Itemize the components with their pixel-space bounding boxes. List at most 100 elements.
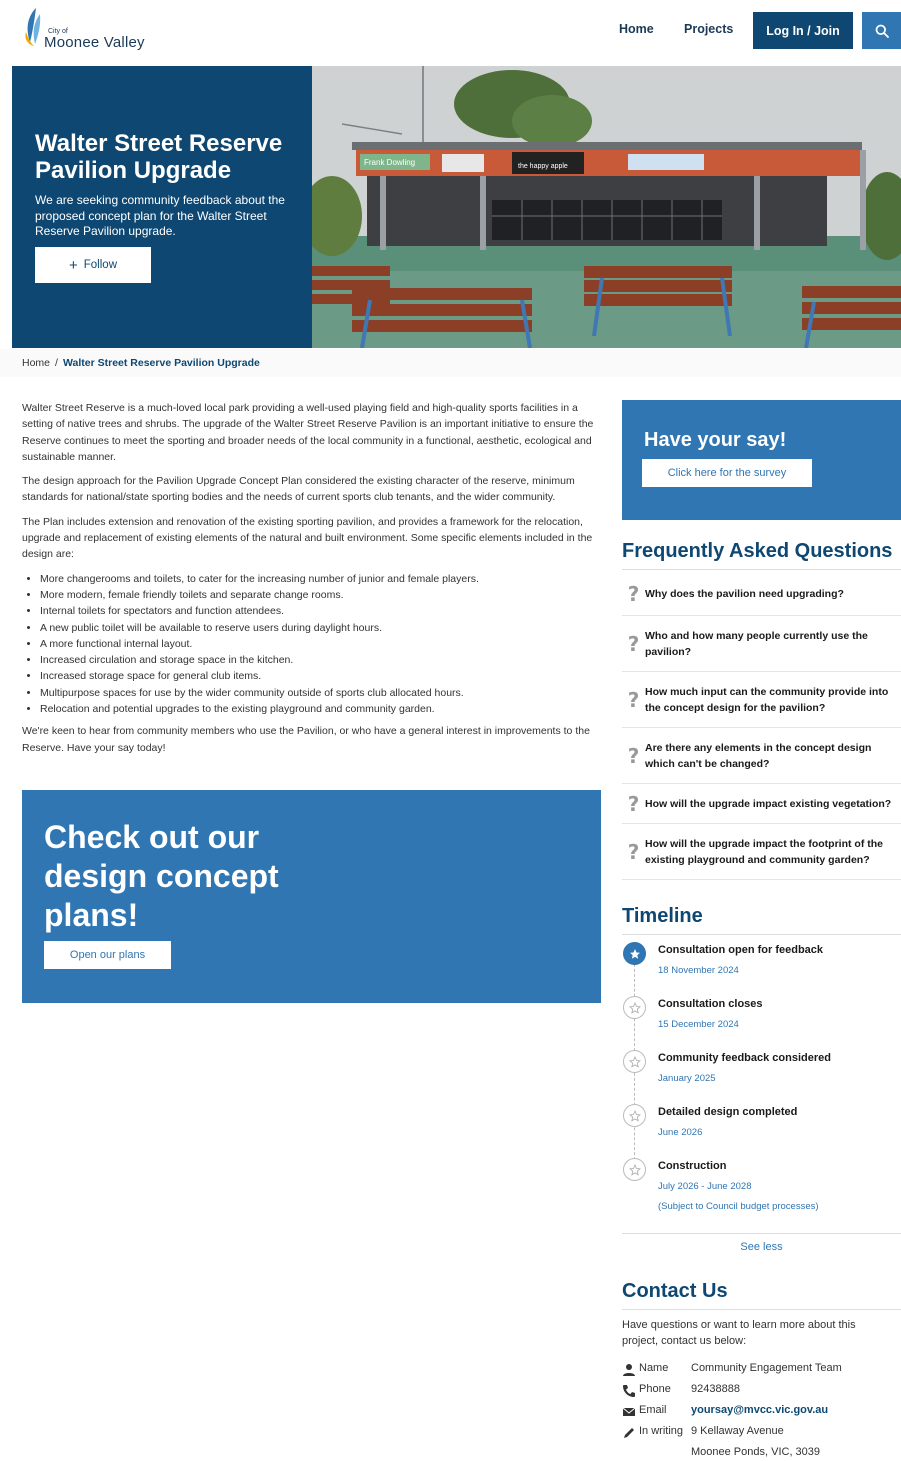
timeline-stage-name: Construction [658, 1160, 727, 1172]
question-icon: ? [627, 687, 640, 712]
list-item: A new public toilet will be available to… [40, 620, 602, 636]
faq-item[interactable]: ? Are there any elements in the concept … [622, 728, 901, 784]
star-outline-icon [623, 996, 646, 1019]
star-outline-icon [623, 1104, 646, 1127]
hero-photo-pavilion: Frank Dowling the happy apple [312, 66, 901, 348]
site-header: City of Moonee Valley Home Projects Log … [0, 0, 901, 62]
phone-icon [623, 1385, 635, 1397]
contact-name-value: Community Engagement Team [691, 1362, 842, 1374]
search-button[interactable] [862, 12, 901, 49]
nav-projects-link[interactable]: Projects [684, 22, 733, 36]
timeline-stage-date: June 2026 [658, 1127, 703, 1138]
contact-address-line1: 9 Kellaway Avenue [691, 1425, 784, 1437]
timeline-title: Timeline [622, 905, 703, 927]
timeline-stage-name: Community feedback considered [658, 1052, 831, 1064]
plan-paragraph: The Plan includes extension and renovati… [22, 515, 593, 561]
breadcrumb-home-link[interactable]: Home [22, 357, 50, 369]
survey-button[interactable]: Click here for the survey [642, 459, 812, 487]
faq-divider [622, 569, 901, 570]
see-less-link[interactable]: See less [622, 1233, 901, 1253]
contact-email-link[interactable]: yoursay@mvcc.vic.gov.au [691, 1404, 828, 1416]
contact-name-row: Name Community Engagement Team [622, 1362, 901, 1378]
list-item: Multipurpose spaces for use by the wider… [40, 685, 602, 701]
logo-swoosh-icon [25, 8, 41, 46]
have-your-say-panel: Have your say! Click here for the survey [622, 400, 901, 520]
breadcrumb-current: Walter Street Reserve Pavilion Upgrade [63, 357, 260, 369]
list-item: Increased storage space for general club… [40, 668, 602, 684]
faq-question: Why does the pavilion need upgrading? [645, 588, 844, 600]
faq-item[interactable]: ? How much input can the community provi… [622, 672, 901, 728]
timeline-stage-note: (Subject to Council budget processes) [658, 1201, 819, 1212]
design-approach-paragraph: The design approach for the Pavilion Upg… [22, 475, 575, 504]
page-title: Walter Street Reserve Pavilion Upgrade [35, 130, 283, 184]
question-icon: ? [627, 631, 640, 656]
faq-item[interactable]: ? How will the upgrade impact existing v… [622, 784, 901, 824]
plus-icon: + [69, 256, 78, 274]
concept-title: Check out our design concept plans! [44, 819, 279, 933]
star-outline-icon [623, 1158, 646, 1181]
list-item: Relocation and potential upgrades to the… [40, 701, 602, 717]
breadcrumb-separator: / [55, 357, 58, 369]
question-icon: ? [627, 791, 640, 816]
faq-item[interactable]: ? Why does the pavilion need upgrading? [622, 573, 901, 616]
intro-paragraph: Walter Street Reserve is a much-loved lo… [22, 402, 594, 463]
timeline-stage-date: 18 November 2024 [658, 965, 739, 976]
breadcrumb: Home / Walter Street Reserve Pavilion Up… [0, 349, 901, 377]
have-your-say-title: Have your say! [644, 429, 787, 451]
question-icon: ? [627, 839, 640, 864]
faq-question: How will the upgrade impact existing veg… [645, 797, 892, 810]
contact-address-row: Moonee Ponds, VIC, 3039 [622, 1446, 901, 1461]
closing-paragraph: We're keen to hear from community member… [22, 725, 590, 754]
faq-list: ? Why does the pavilion need upgrading? … [622, 573, 901, 880]
follow-label: Follow [83, 259, 117, 271]
sign-frank-dowling: Frank Dowling [364, 158, 415, 167]
timeline-stage-date: 15 December 2024 [658, 1019, 739, 1030]
user-icon [623, 1364, 635, 1376]
contact-writing-row: In writing 9 Kellaway Avenue [622, 1425, 901, 1441]
contact-email-label: Email [639, 1404, 667, 1416]
timeline-stage-date: July 2026 - June 2028 [658, 1181, 752, 1192]
list-item: Internal toilets for spectators and func… [40, 603, 602, 619]
list-item: A more functional internal layout. [40, 636, 602, 652]
contact-email-row: Email yoursay@mvcc.vic.gov.au [622, 1404, 901, 1420]
contact-writing-label: In writing [639, 1425, 684, 1437]
pavilion-photo-image: Frank Dowling the happy apple [312, 66, 901, 348]
contact-divider [622, 1309, 901, 1310]
design-elements-list: More changerooms and toilets, to cater f… [40, 571, 602, 718]
follow-button[interactable]: + Follow [35, 247, 151, 283]
question-icon: ? [627, 743, 640, 768]
contact-address-line2: Moonee Ponds, VIC, 3039 [691, 1446, 821, 1458]
list-item: More changerooms and toilets, to cater f… [40, 571, 602, 587]
site-logo[interactable]: City of Moonee Valley [22, 8, 152, 54]
open-plans-button[interactable]: Open our plans [44, 941, 171, 969]
contact-phone-row: Phone 92438888 [622, 1383, 901, 1399]
faq-question: Who and how many people currently use th… [645, 629, 868, 658]
star-outline-icon [623, 1050, 646, 1073]
contact-phone-label: Phone [639, 1383, 671, 1395]
timeline-divider [622, 934, 901, 935]
nav-home-link[interactable]: Home [619, 22, 654, 36]
timeline-stage-name: Consultation open for feedback [658, 944, 824, 956]
search-icon [875, 24, 889, 38]
login-join-button[interactable]: Log In / Join [753, 12, 853, 49]
faq-question: How much input can the community provide… [645, 685, 889, 714]
timeline-stage-date: January 2025 [658, 1073, 716, 1084]
timeline-stage-name: Detailed design completed [658, 1106, 798, 1118]
list-item: Increased circulation and storage space … [40, 652, 602, 668]
logo-name: Moonee Valley [44, 34, 145, 51]
faq-title: Frequently Asked Questions [622, 540, 893, 562]
design-concept-panel: Check out our design concept plans! Open… [22, 790, 601, 1003]
list-item: More modern, female friendly toilets and… [40, 587, 602, 603]
envelope-icon [622, 1407, 636, 1416]
main-content: Walter Street Reserve is a much-loved lo… [22, 400, 602, 764]
hero-text-panel: Walter Street Reserve Pavilion Upgrade W… [12, 66, 312, 348]
hero-description: We are seeking community feedback about … [35, 193, 285, 238]
faq-question: Are there any elements in the concept de… [645, 741, 872, 770]
pencil-icon [624, 1428, 634, 1438]
faq-item[interactable]: ? How will the upgrade impact the footpr… [622, 824, 901, 880]
contact-intro: Have questions or want to learn more abo… [622, 1319, 856, 1347]
timeline: Consultation open for feedback 18 Novemb… [622, 940, 901, 1230]
question-icon: ? [627, 582, 640, 606]
contact-phone-value: 92438888 [691, 1383, 740, 1395]
faq-item[interactable]: ? Who and how many people currently use … [622, 616, 901, 672]
